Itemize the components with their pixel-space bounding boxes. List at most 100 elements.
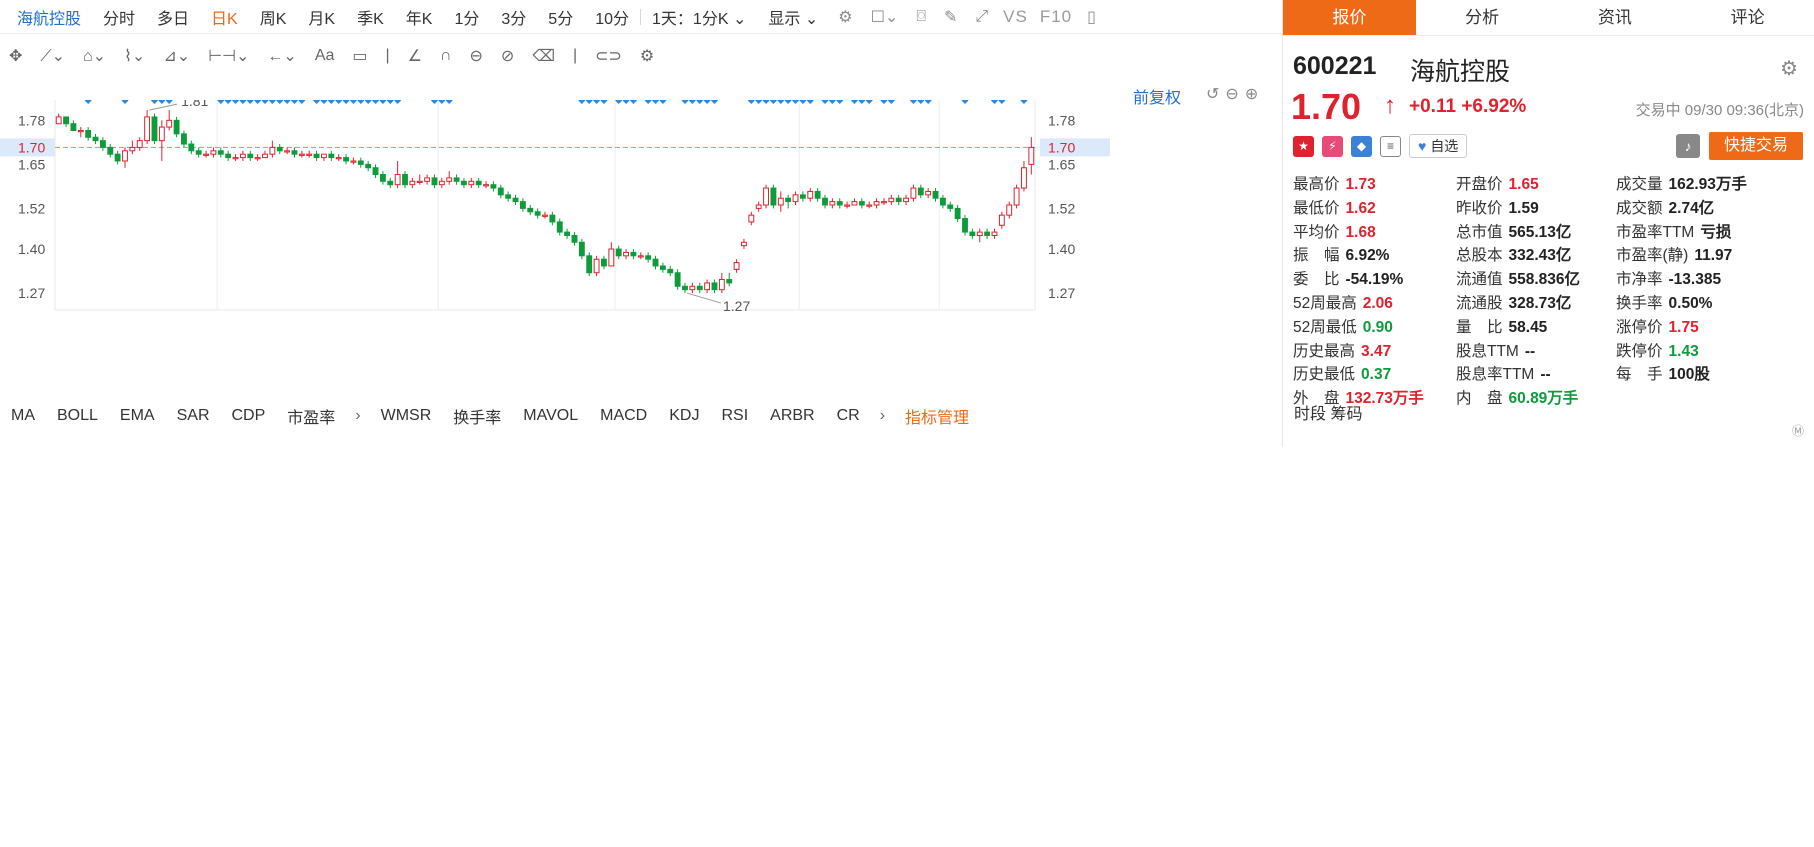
period-tab[interactable]: 1分 xyxy=(443,5,490,29)
undo-icon[interactable]: ↺ xyxy=(1206,86,1225,103)
quote-cell: 振 幅 6.92% xyxy=(1293,243,1389,265)
candle-body xyxy=(947,204,954,209)
period-tab-active[interactable]: 日K xyxy=(200,5,249,29)
indicator-item[interactable]: ARBR xyxy=(759,407,825,425)
link-icon[interactable]: ⊂⊃ xyxy=(586,46,631,66)
period-tab[interactable]: 季K xyxy=(346,5,395,29)
x-tick-label: 2022/05 xyxy=(192,312,243,315)
indicator-manage-button[interactable]: 指标管理 xyxy=(894,404,980,428)
indicator-item[interactable]: RSI xyxy=(710,407,759,425)
period-tab[interactable]: 年K xyxy=(395,5,444,29)
tab-analysis[interactable]: 分析 xyxy=(1416,0,1549,35)
fullscreen-icon[interactable]: ⤢ xyxy=(966,8,997,26)
indicator-item[interactable]: KDJ xyxy=(658,407,710,425)
quote-value: 1.68 xyxy=(1345,223,1376,241)
panel-toggle-icon[interactable]: ▯ xyxy=(1078,7,1105,27)
adjust-mode-button[interactable]: 前复权 xyxy=(1133,84,1181,108)
indicator-item[interactable]: CR xyxy=(826,407,871,425)
quote-value: -54.19% xyxy=(1345,271,1404,289)
interval-select[interactable]: 1天：1分K ⌄ xyxy=(641,5,757,29)
period-tab[interactable]: 周K xyxy=(249,5,298,29)
drawing-settings-icon[interactable]: ⚙ xyxy=(631,46,663,66)
candle-body xyxy=(954,207,961,220)
event-marker xyxy=(327,100,335,105)
zoom-in-icon[interactable]: ⊕ xyxy=(1245,86,1264,103)
drawing-toolbar: ✥ ⟋⌄ ⌂⌄ ⌇⌄ ⊿⌄ ⊢⊣⌄ ←⌄ Aa ▭ | ∠ ∩ ⊖ ⊘ ⌫ | … xyxy=(0,38,1283,74)
magnet-icon[interactable]: ∩ xyxy=(431,47,461,65)
crosshair-move-icon[interactable]: ✥ xyxy=(0,46,31,66)
chevron-right-icon[interactable]: › xyxy=(871,407,894,425)
time-chips-toggle[interactable]: 时段 筹码 xyxy=(1283,400,1814,847)
y-tick-label: 1.40 xyxy=(18,241,45,257)
period-tab[interactable]: 分时 xyxy=(92,5,146,29)
y-tick-label: 1.27 xyxy=(1048,285,1075,301)
candle-body xyxy=(136,140,143,148)
line-tool-icon[interactable]: ⟋⌄ xyxy=(31,46,74,66)
candle-body xyxy=(659,265,666,270)
settings-icon[interactable]: ⚙ xyxy=(829,7,861,27)
period-tab[interactable]: 3分 xyxy=(490,5,537,29)
lightning-icon[interactable]: ⚡ xyxy=(1322,135,1343,157)
f10-button[interactable]: F10 xyxy=(1034,7,1078,27)
display-dropdown[interactable]: 显示 ⌄ xyxy=(757,5,829,29)
candle-body xyxy=(822,197,828,206)
pencil-icon[interactable]: ✎ xyxy=(935,7,966,27)
range-tool-icon[interactable]: ⊢⊣⌄ xyxy=(199,46,258,66)
vs-button[interactable]: VS xyxy=(997,7,1034,27)
period-tab[interactable]: 10分 xyxy=(584,5,640,29)
event-marker xyxy=(769,100,777,105)
period-tab[interactable]: 5分 xyxy=(537,5,584,29)
quote-cell: 52周最低 0.90 xyxy=(1293,315,1393,337)
chart-zoom-controls[interactable]: ↺⊖⊕ xyxy=(1206,84,1264,104)
bell-icon[interactable]: ♪ xyxy=(1676,134,1700,158)
indicator-item[interactable]: CDP xyxy=(221,407,277,425)
event-marker xyxy=(887,100,895,105)
indicator-item[interactable]: 市盈率 xyxy=(276,404,346,428)
period-tab[interactable]: 多日 xyxy=(146,5,200,29)
quote-label: 股息TTM xyxy=(1456,342,1519,360)
event-marker xyxy=(371,100,380,105)
indicator-item[interactable]: MAVOL xyxy=(512,407,589,425)
quote-label: 市盈率(静) xyxy=(1616,247,1689,265)
period-tab[interactable]: 月K xyxy=(297,5,346,29)
candle-body xyxy=(453,177,460,182)
fast-trade-button[interactable]: 快捷交易 xyxy=(1709,132,1803,160)
lock-drawings-icon[interactable]: ⊖ xyxy=(461,46,492,66)
candlestick-chart[interactable]: 2022/05 6 7 8 9 1.78 1.78 1.65 1.65 1.52 1.52 1.40 1… xyxy=(0,100,1110,315)
comment-tool-icon[interactable]: ▭ xyxy=(343,46,376,66)
quote-label: 换手率 xyxy=(1616,294,1663,312)
trash-icon[interactable]: ⌫ xyxy=(523,46,564,66)
event-marker xyxy=(254,100,262,105)
indicator-item[interactable]: SAR xyxy=(166,407,221,425)
event-marker xyxy=(850,100,859,105)
stock-name-link[interactable]: 海航控股 xyxy=(0,5,92,29)
candle-body xyxy=(637,255,644,258)
camera-icon[interactable]: ⌼ xyxy=(907,8,935,26)
polyline-tool-icon[interactable]: ⌇⌄ xyxy=(115,46,154,66)
checkbox-icon[interactable]: ☐⌄ xyxy=(862,7,908,27)
quote-cell: 昨收价 1.59 xyxy=(1456,196,1539,218)
tag-icon[interactable]: ◆ xyxy=(1351,135,1372,157)
gear-icon[interactable]: ⚙ xyxy=(1780,56,1798,81)
channel-tool-icon[interactable]: ⌂⌄ xyxy=(74,46,115,66)
indicator-item[interactable]: 换手率 xyxy=(442,404,512,428)
hide-drawings-icon[interactable]: ⊘ xyxy=(492,46,523,66)
eraser-icon[interactable]: ∠ xyxy=(399,46,431,66)
indicator-item[interactable]: WMSR xyxy=(370,407,443,425)
notes-icon[interactable]: ≡ xyxy=(1380,135,1401,157)
candle-body xyxy=(873,201,880,206)
tab-news[interactable]: 资讯 xyxy=(1549,0,1682,35)
indicator-item[interactable]: BOLL xyxy=(46,407,109,425)
fib-tool-icon[interactable]: ⊿⌄ xyxy=(154,46,199,66)
indicator-item[interactable]: MA xyxy=(0,407,46,425)
chevron-right-icon[interactable]: › xyxy=(346,407,369,425)
tab-comments[interactable]: 评论 xyxy=(1681,0,1814,35)
arrow-tool-icon[interactable]: ←⌄ xyxy=(258,46,305,66)
indicator-item[interactable]: MACD xyxy=(589,407,658,425)
text-tool-icon[interactable]: Aa xyxy=(306,47,344,65)
indicator-item[interactable]: EMA xyxy=(109,407,166,425)
zoom-out-icon[interactable]: ⊖ xyxy=(1225,86,1244,103)
logo-watermark: Ⓜ xyxy=(1791,424,1804,438)
add-watchlist-button[interactable]: ♥ 自选 xyxy=(1409,134,1468,158)
tab-quote[interactable]: 报价 xyxy=(1283,0,1416,35)
